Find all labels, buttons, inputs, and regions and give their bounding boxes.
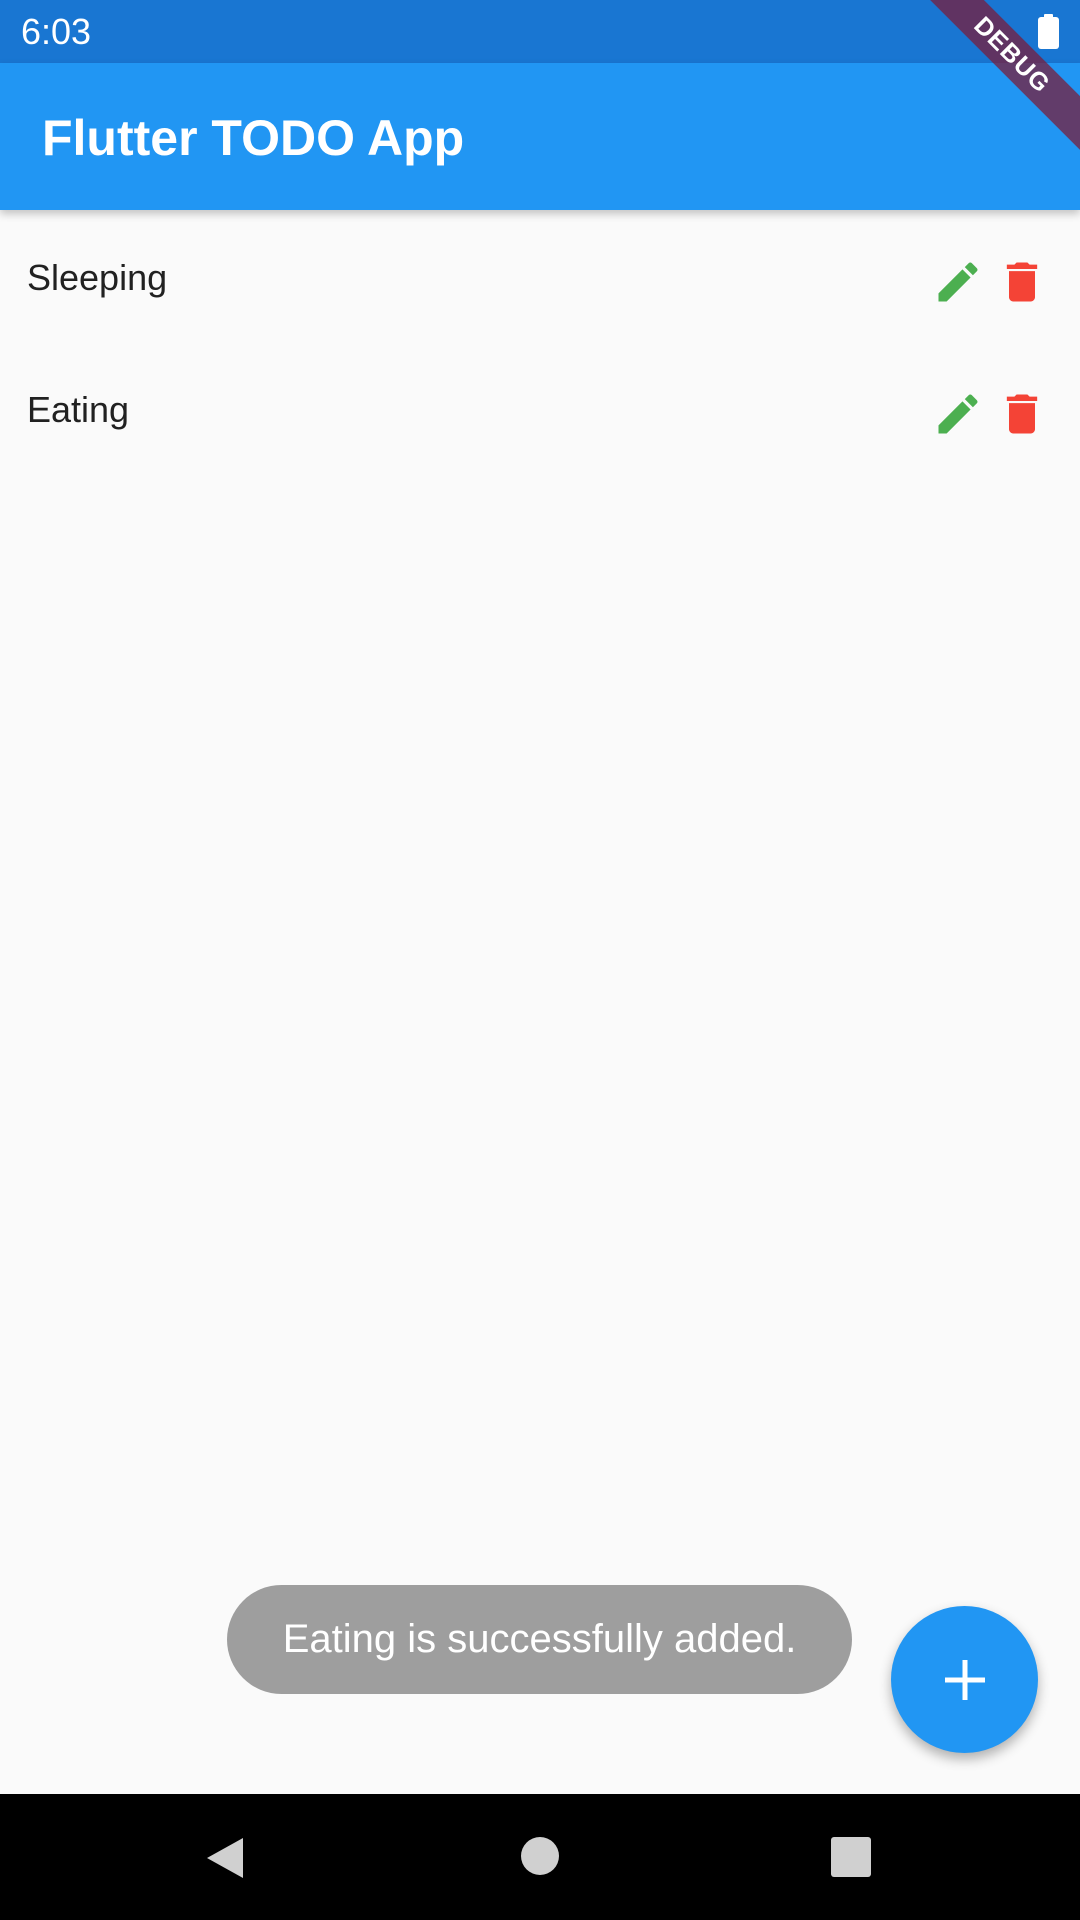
home-circle-icon[interactable] [520, 1836, 560, 1876]
delete-button[interactable] [994, 386, 1050, 442]
add-todo-button[interactable] [891, 1606, 1038, 1753]
screen: 6:03 Flutter TODO App DEBUG Sleeping Eat… [0, 0, 1080, 1920]
plus-icon [944, 1659, 985, 1700]
trash-icon [1006, 394, 1038, 434]
delete-button[interactable] [994, 254, 1050, 310]
back-triangle-icon[interactable] [203, 1834, 247, 1882]
status-time: 6:03 [21, 11, 92, 52]
list-item[interactable]: Sleeping [0, 210, 1080, 342]
todo-list: Sleeping Eating [0, 210, 1080, 474]
todo-label: Sleeping [27, 257, 168, 298]
recents-square-icon[interactable] [830, 1836, 872, 1878]
battery-full-icon [1038, 14, 1059, 49]
app-bar: Flutter TODO App [0, 63, 1080, 210]
status-bar: 6:03 [0, 0, 1080, 63]
todo-label: Eating [27, 389, 130, 430]
nav-bar [0, 1794, 1080, 1920]
pencil-icon [938, 262, 978, 302]
edit-button[interactable] [930, 254, 986, 310]
list-item[interactable]: Eating [0, 342, 1080, 474]
edit-button[interactable] [930, 386, 986, 442]
toast-message: Eating is successfully added. [227, 1585, 852, 1694]
pencil-icon [938, 394, 978, 434]
trash-icon [1006, 262, 1038, 302]
app-title: Flutter TODO App [42, 110, 465, 166]
